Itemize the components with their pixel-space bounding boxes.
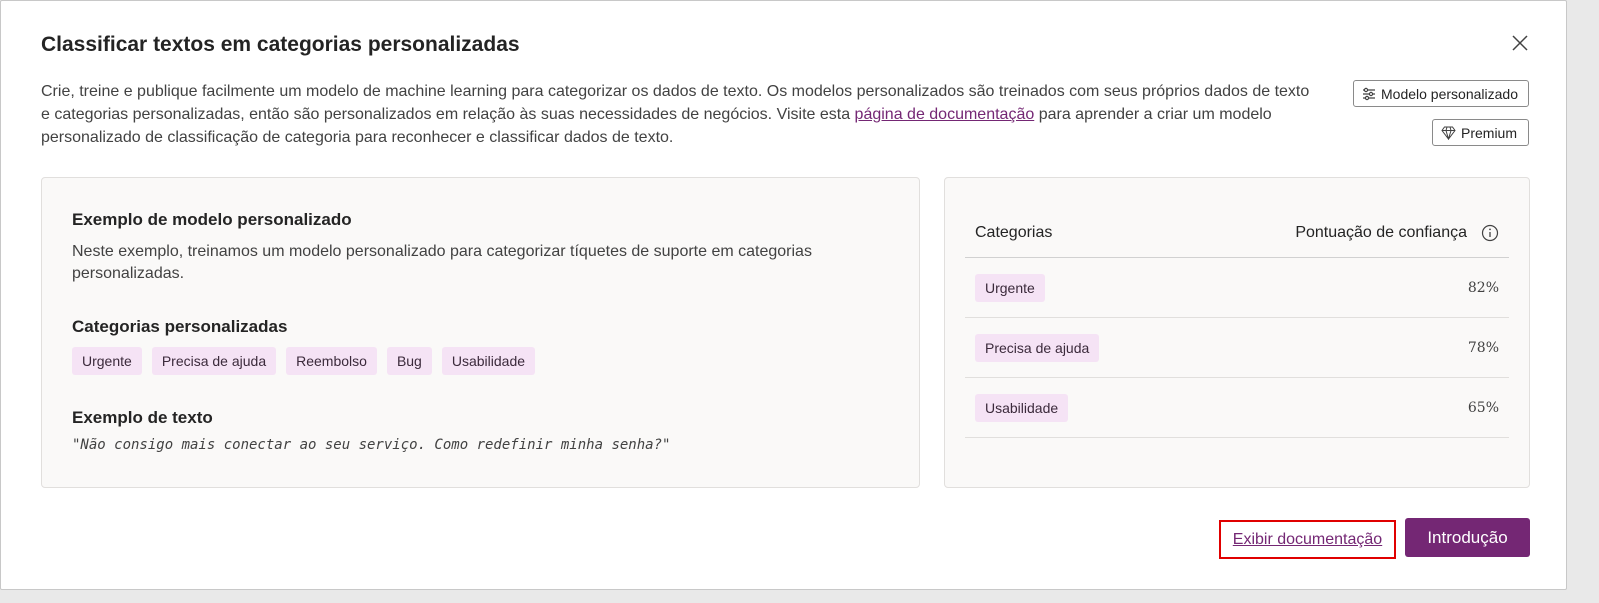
example-text-title: Exemplo de texto	[72, 408, 213, 427]
category-tag: Precisa de ajuda	[975, 333, 1100, 362]
dialog-title: Classificar textos em categorias persona…	[41, 33, 520, 56]
col-category: Categorias	[975, 223, 1053, 241]
table-row: Usabilidade 65%	[965, 378, 1509, 438]
sliders-icon	[1363, 87, 1375, 100]
diamond-icon	[1441, 126, 1456, 140]
category-tags: Urgente Precisa de ajuda Reembolso Bug U…	[72, 347, 536, 375]
confidence-score: 65%	[1467, 399, 1499, 416]
category-tag: Usabilidade	[441, 347, 536, 375]
example-title: Exemplo de modelo personalizado	[72, 210, 352, 229]
example-body: Neste exemplo, treinamos um modelo perso…	[72, 243, 812, 282]
dialog: Classificar textos em categorias persona…	[0, 0, 1567, 590]
view-documentation-link[interactable]: Exibir documentação	[1219, 520, 1396, 559]
category-tag: Bug	[386, 347, 432, 375]
category-tag: Reembolso	[286, 347, 377, 375]
category-tag: Precisa de ajuda	[151, 347, 277, 375]
close-icon	[1512, 35, 1528, 51]
category-tag: Urgente	[72, 347, 142, 375]
info-icon[interactable]	[1481, 224, 1499, 242]
premium-button[interactable]: Premium	[1432, 119, 1529, 146]
results-panel: Categorias Pontuação de confiança Urgent…	[944, 177, 1530, 488]
categories-title: Categorias personalizadas	[72, 317, 288, 336]
table-row: Precisa de ajuda 78%	[965, 318, 1509, 378]
category-tag: Urgente	[975, 273, 1045, 302]
custom-model-button[interactable]: Modelo personalizado	[1353, 80, 1529, 107]
results-table: Categorias Pontuação de confiança Urgent…	[965, 208, 1509, 438]
category-tag: Usabilidade	[975, 393, 1069, 422]
dialog-description: Crie, treine e publique facilmente um mo…	[41, 80, 1316, 149]
close-button[interactable]	[1506, 29, 1534, 57]
example-text: "Não consigo mais conectar ao seu serviç…	[72, 437, 671, 453]
confidence-score: 78%	[1467, 339, 1499, 356]
confidence-score: 82%	[1467, 279, 1499, 296]
documentation-link[interactable]: página de documentação	[855, 106, 1035, 123]
results-header: Categorias Pontuação de confiança	[965, 208, 1509, 258]
example-panel: Exemplo de modelo personalizado Neste ex…	[41, 177, 920, 488]
premium-label: Premium	[1461, 124, 1518, 141]
table-row: Urgente 82%	[965, 258, 1509, 318]
custom-model-label: Modelo personalizado	[1381, 85, 1518, 102]
col-score: Pontuação de confiança	[1295, 223, 1467, 241]
get-started-button[interactable]: Introdução	[1405, 518, 1530, 557]
